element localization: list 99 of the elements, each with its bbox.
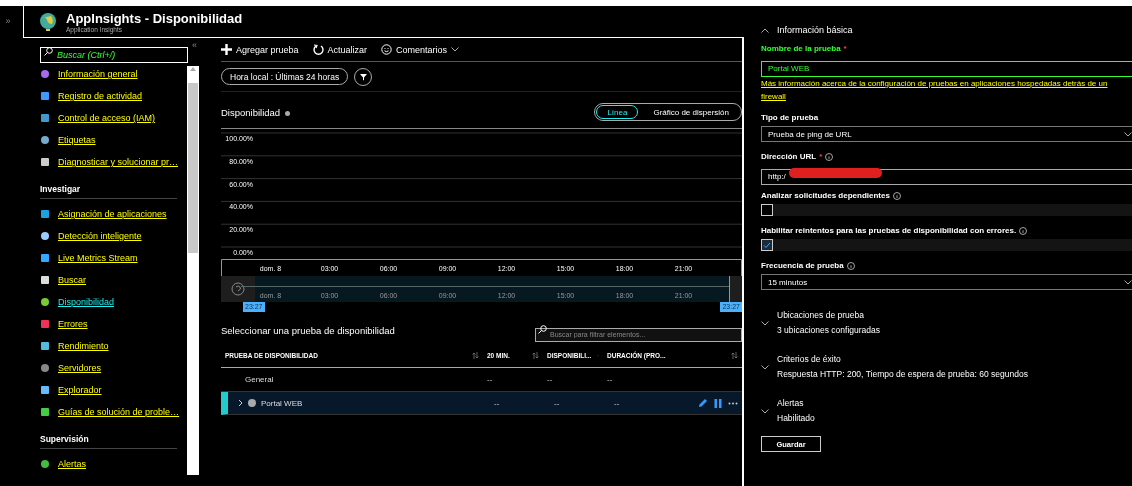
sort-icon[interactable]	[731, 352, 738, 359]
nav-link[interactable]: Live Metrics Stream	[40, 247, 187, 269]
nav-link[interactable]: Explorador	[40, 379, 187, 401]
nav-link[interactable]: Diagnosticar y solucionar pr…	[40, 151, 187, 173]
chevron-down-icon	[1124, 279, 1132, 285]
table-cell: --	[487, 375, 493, 384]
toolbar-button[interactable]: Agregar prueba	[221, 44, 299, 55]
nav-link[interactable]: Errores	[40, 313, 187, 335]
nav-link[interactable]: Etiquetas	[40, 129, 187, 151]
dropdown[interactable]: Prueba de ping de URL	[761, 126, 1132, 142]
section-heading: Supervisión	[40, 423, 177, 449]
expand-button[interactable]: »	[5, 16, 11, 26]
menu-item-icon	[40, 69, 50, 79]
test-name: General	[245, 375, 274, 384]
group-title: Alertas	[777, 398, 805, 408]
menu-item-icon	[40, 297, 50, 307]
nav-link[interactable]: Alertas	[40, 453, 187, 475]
expand-chevron-icon[interactable]	[238, 399, 243, 407]
group-summary: 3 ubicaciones configuradas	[777, 325, 880, 335]
menu-item-icon	[40, 407, 50, 417]
group-summary: Habilitado	[777, 413, 815, 423]
table-cell: --	[494, 398, 500, 408]
nav-link[interactable]: Rendimiento	[40, 335, 187, 357]
table-cell: --	[547, 375, 553, 384]
section-title: Información básica	[777, 25, 853, 35]
nav-link[interactable]: Registro de actividad	[40, 85, 187, 107]
table-cell: --	[607, 375, 613, 384]
group-title: Criterios de éxito	[777, 354, 842, 364]
checkbox[interactable]	[761, 239, 773, 251]
field-label: Frecuencia de prueba	[761, 261, 1132, 270]
chevron-down-icon	[451, 47, 460, 52]
text-field[interactable]: Portal WEB	[761, 60, 1132, 77]
chevron-down-icon	[1124, 131, 1132, 137]
field-label: Habilitar reintentos para las pruebas de disponibilidad con errores.	[761, 226, 1132, 235]
nav-link[interactable]: Control de acceso (IAM)	[40, 107, 187, 129]
menu-item-icon	[40, 341, 50, 351]
nav-link[interactable]: Asignación de aplicaciones	[40, 203, 187, 225]
menu-item-icon	[40, 157, 50, 167]
smiley-icon	[381, 44, 393, 55]
pause-icon[interactable]	[714, 398, 722, 408]
refresh-icon	[312, 44, 324, 55]
menu-item-icon	[40, 275, 50, 285]
checkmark-icon	[763, 241, 771, 249]
funnel-icon	[358, 72, 368, 81]
field-label: Nombre de la prueba *	[761, 44, 848, 53]
table-cell: --	[614, 398, 620, 408]
time-range-button[interactable]: Hora local : Últimas 24 horas	[221, 68, 349, 85]
nav-link[interactable]: Detección inteligente	[40, 225, 187, 247]
menu-item-icon	[40, 231, 50, 241]
status-dot-icon	[248, 399, 256, 407]
menu-item-icon	[40, 253, 50, 263]
pencil-icon[interactable]	[698, 398, 708, 408]
sort-icon[interactable]	[472, 352, 479, 359]
checkbox[interactable]	[761, 204, 773, 216]
menu-item-icon	[40, 113, 50, 123]
menu-item-icon	[40, 91, 50, 101]
toolbar-button[interactable]: Comentarios	[381, 44, 460, 55]
search-field[interactable]: Buscar (Ctrl+/)	[40, 47, 188, 63]
table-cell: --	[554, 398, 560, 408]
chevron-down-icon[interactable]	[761, 321, 769, 326]
group-summary: Respuesta HTTP: 200, Tiempo de espera de prueba: 60 segundos	[777, 369, 1028, 379]
more-icon[interactable]	[728, 401, 738, 405]
search-icon	[44, 47, 53, 56]
nav-link[interactable]: Disponibilidad	[40, 291, 187, 313]
field-label: Tipo de prueba	[761, 113, 820, 122]
chart-title: Disponibilidad	[221, 106, 291, 118]
dropdown[interactable]: 15 minutos	[761, 274, 1132, 290]
chevron-down-icon[interactable]	[761, 365, 769, 370]
section-heading: Investigar	[40, 173, 177, 199]
help-link[interactable]: Más información acerca de la configuración de pruebas en aplicaciones hospedadas detrás de un firewall	[761, 77, 1119, 103]
menu-item-icon	[40, 459, 50, 469]
page-title: AppInsights - Disponibilidad	[66, 10, 243, 26]
menu-item-icon	[40, 135, 50, 145]
section-title: Seleccionar una prueba de disponibilidad	[221, 324, 395, 336]
chevron-up-icon[interactable]	[761, 27, 769, 33]
plus-icon	[221, 44, 232, 55]
globe-icon	[38, 11, 58, 32]
add-filter-button[interactable]	[354, 67, 373, 86]
field-label: Dirección URL *	[761, 152, 1132, 161]
menu-item-icon	[40, 385, 50, 395]
toolbar-button[interactable]: Actualizar	[312, 44, 368, 55]
reset-icon[interactable]	[231, 282, 245, 296]
sort-icon[interactable]	[532, 352, 539, 359]
nav-link[interactable]: Guías de solución de proble…	[40, 401, 187, 423]
menu-item-icon	[40, 209, 50, 219]
table-row[interactable]: Portal WEB -- -- --	[221, 392, 742, 415]
menu-item-icon	[40, 363, 50, 373]
field-label: Analizar solicitudes dependientes	[761, 191, 1132, 200]
view-option[interactable]: Línea	[596, 105, 639, 119]
search-icon	[538, 325, 547, 334]
nav-link[interactable]: Servidores	[40, 357, 187, 379]
collapse-button[interactable]: «	[192, 40, 197, 50]
chevron-down-icon[interactable]	[761, 409, 769, 414]
group-title: Ubicaciones de prueba	[777, 310, 865, 320]
menu-item-icon	[40, 319, 50, 329]
nav-link[interactable]: Buscar	[40, 269, 187, 291]
nav-link[interactable]: Información general	[40, 63, 187, 85]
test-name: Portal WEB	[261, 398, 303, 408]
scrollbar[interactable]	[187, 66, 199, 475]
